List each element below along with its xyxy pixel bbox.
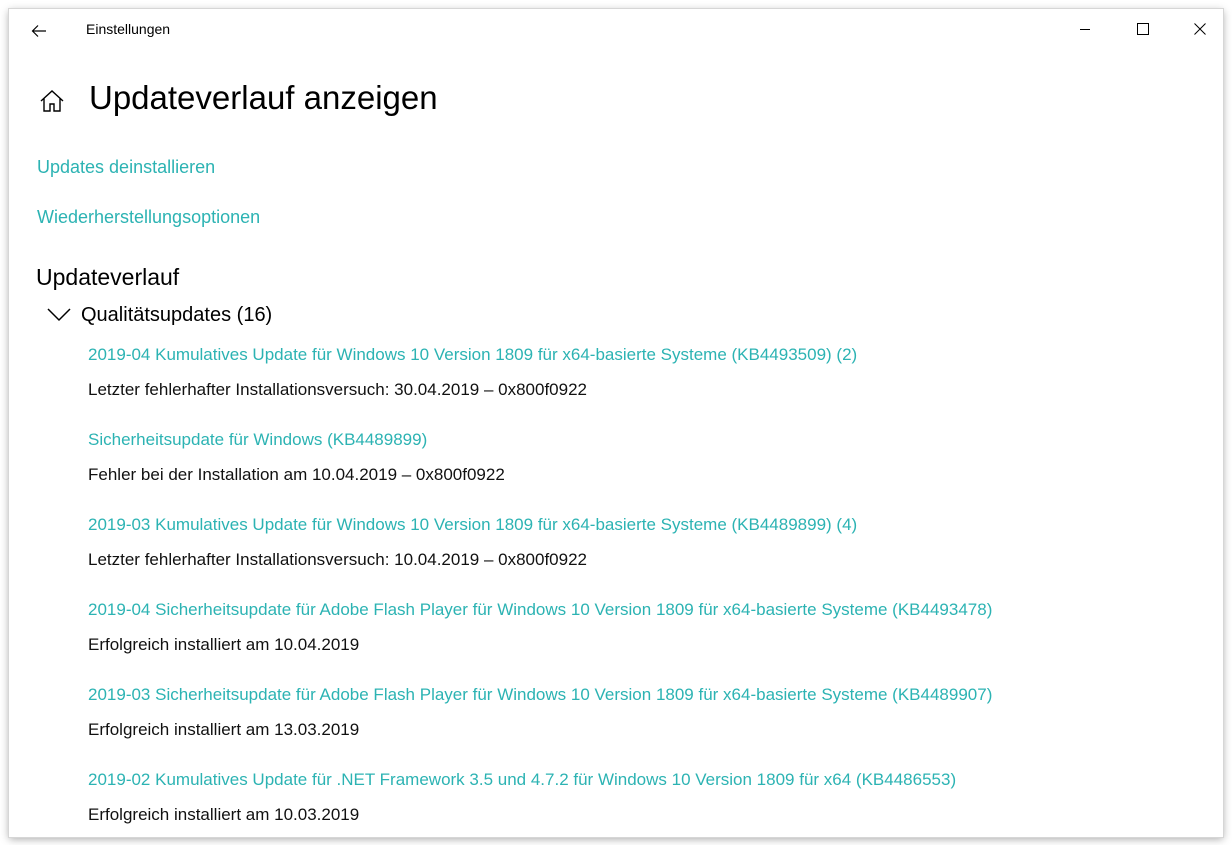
update-name-link[interactable]: 2019-04 Kumulatives Update für Windows 1…: [88, 345, 857, 365]
list-item: 2019-04 Sicherheitsupdate für Adobe Flas…: [88, 598, 1198, 683]
list-item: 2019-03 Kumulatives Update für Windows 1…: [88, 513, 1198, 598]
back-button[interactable]: [21, 17, 57, 45]
settings-window: Einstellungen Updateverlauf anzeigen Upd…: [9, 9, 1223, 837]
minimize-icon: [1080, 29, 1090, 30]
update-list: 2019-04 Kumulatives Update für Windows 1…: [88, 343, 1198, 837]
update-status: Erfolgreich installiert am 13.03.2019: [88, 720, 360, 739]
update-status: Erfolgreich installiert am 10.03.2019: [88, 805, 360, 824]
update-name-link[interactable]: 2019-03 Kumulatives Update für Windows 1…: [88, 515, 857, 535]
list-item: 2019-04 Kumulatives Update für Windows 1…: [88, 343, 1198, 428]
list-item: 2019-03 Sicherheitsupdate für Adobe Flas…: [88, 683, 1198, 768]
minimize-button[interactable]: [1056, 9, 1114, 49]
update-status: Letzter fehlerhafter Installationsversuc…: [88, 550, 588, 569]
window-title: Einstellungen: [86, 21, 171, 37]
list-item: Sicherheitsupdate für Windows (KB4489899…: [88, 428, 1198, 513]
page-title: Updateverlauf anzeigen: [89, 79, 438, 116]
maximize-icon: [1137, 23, 1149, 35]
update-name-link[interactable]: Sicherheitsupdate für Windows (KB4489899…: [88, 430, 427, 450]
update-name-link[interactable]: 2019-03 Sicherheitsupdate für Adobe Flas…: [88, 685, 992, 705]
close-button[interactable]: [1171, 9, 1223, 49]
back-arrow-icon: [31, 25, 46, 37]
update-name-link[interactable]: 2019-02 Kumulatives Update für .NET Fram…: [88, 770, 956, 790]
update-status: Letzter fehlerhafter Installationsversuc…: [88, 380, 588, 399]
title-bar: Einstellungen: [9, 9, 1223, 51]
maximize-button[interactable]: [1114, 9, 1172, 49]
recovery-options-link[interactable]: Wiederherstellungsoptionen: [37, 207, 260, 228]
close-icon: [1194, 23, 1206, 35]
update-status: Fehler bei der Installation am 10.04.201…: [88, 465, 505, 484]
quality-updates-expander[interactable]: Qualitätsupdates (16): [47, 301, 272, 329]
section-title: Updateverlauf: [36, 264, 180, 290]
update-name-link[interactable]: 2019-04 Sicherheitsupdate für Adobe Flas…: [88, 600, 992, 620]
uninstall-updates-link[interactable]: Updates deinstallieren: [37, 157, 215, 178]
list-item: 2019-02 Kumulatives Update für .NET Fram…: [88, 768, 1198, 837]
home-icon[interactable]: [39, 88, 65, 114]
quality-updates-label: Qualitätsupdates (16): [81, 303, 273, 326]
update-status: Erfolgreich installiert am 10.04.2019: [88, 635, 360, 654]
chevron-down-icon: [47, 308, 71, 322]
